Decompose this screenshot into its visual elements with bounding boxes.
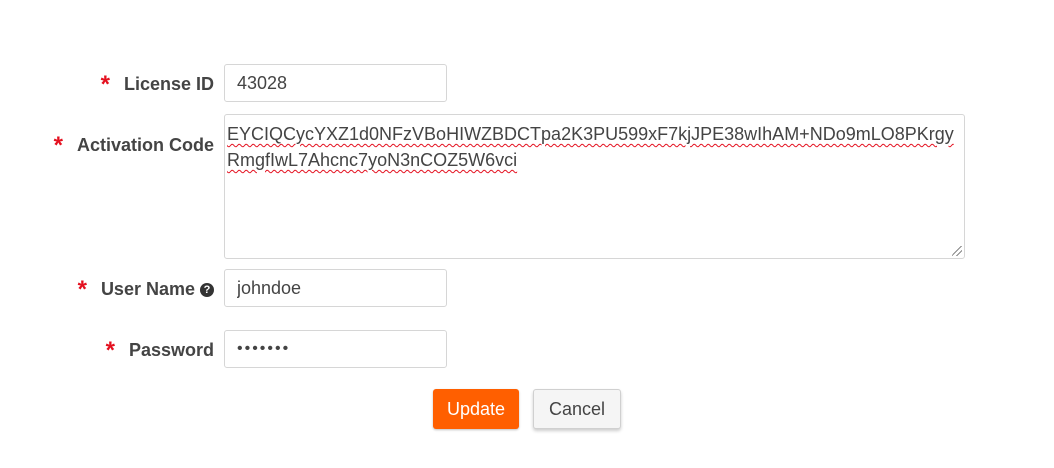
required-marker: * — [100, 71, 110, 98]
update-button[interactable]: Update — [433, 389, 519, 429]
activation-code-label-row: * Activation Code — [54, 131, 214, 159]
password-label-row: * Password — [106, 336, 214, 364]
cancel-button[interactable]: Cancel — [533, 389, 621, 429]
resize-handle-icon[interactable] — [952, 246, 962, 256]
activation-code-textarea[interactable]: EYCIQCycYXZ1d0NFzVBoHIWZBDCTpa2K3PU599xF… — [224, 114, 965, 259]
user-name-label-row: * User Name ? — [78, 275, 214, 303]
required-marker: * — [105, 337, 115, 364]
question-circle-icon[interactable]: ? — [200, 283, 214, 297]
password-masked-value: ••••••• — [237, 340, 291, 357]
user-name-input[interactable] — [224, 269, 447, 307]
required-marker: * — [53, 132, 63, 159]
license-id-input[interactable] — [224, 64, 447, 102]
user-name-label: User Name — [100, 278, 195, 299]
license-id-label-row: * License ID — [101, 70, 214, 98]
password-label: Password — [128, 339, 214, 360]
activation-code-text: EYCIQCycYXZ1d0NFzVBoHIWZBDCTpa2K3PU599xF… — [227, 124, 954, 170]
activation-code-label: Activation Code — [76, 134, 214, 155]
license-activation-form: * License ID * Activation Code EYCIQCycY… — [0, 0, 1054, 468]
required-marker: * — [77, 276, 87, 303]
password-input[interactable]: ••••••• — [224, 330, 447, 368]
license-id-label: License ID — [123, 73, 214, 94]
